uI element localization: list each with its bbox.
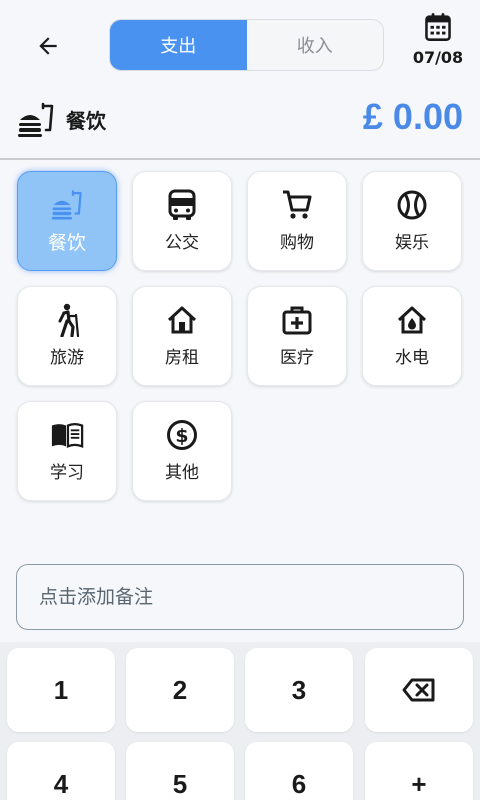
category-label: 旅游 xyxy=(50,348,84,368)
key-4[interactable]: 4 xyxy=(7,742,115,800)
category-label: 餐饮 xyxy=(47,232,86,254)
entry-summary: 餐饮 £ 0.00 xyxy=(0,90,480,158)
shopping-cart-icon xyxy=(280,188,314,222)
type-toggle: 支出 收入 xyxy=(109,19,384,71)
category-study[interactable]: 学习 xyxy=(17,401,117,501)
key-3[interactable]: 3 xyxy=(245,648,353,732)
bus-icon xyxy=(165,188,199,222)
tab-income[interactable]: 收入 xyxy=(247,20,384,70)
amount-display: £ 0.00 xyxy=(362,96,463,137)
back-button[interactable] xyxy=(30,28,66,64)
note-input[interactable] xyxy=(39,586,439,608)
number-keypad: 1 2 3 4 5 6 + xyxy=(0,642,480,800)
category-label: 娱乐 xyxy=(395,233,429,253)
category-utilities[interactable]: 水电 xyxy=(362,286,462,386)
backspace-key[interactable] xyxy=(365,648,473,732)
hiking-icon xyxy=(50,303,84,337)
selected-category-label: 餐饮 xyxy=(66,109,106,133)
category-dining[interactable]: 餐饮 xyxy=(17,171,117,271)
category-label: 学习 xyxy=(50,463,84,483)
fastfood-icon xyxy=(18,102,54,137)
category-label: 购物 xyxy=(280,233,314,253)
svg-text:$: $ xyxy=(175,425,188,447)
fastfood-icon xyxy=(50,188,84,222)
category-entertainment[interactable]: 娱乐 xyxy=(362,171,462,271)
key-6[interactable]: 6 xyxy=(245,742,353,800)
category-label: 公交 xyxy=(165,233,199,253)
category-medical[interactable]: 医疗 xyxy=(247,286,347,386)
plus-key[interactable]: + xyxy=(365,742,473,800)
category-rent[interactable]: 房租 xyxy=(132,286,232,386)
dollar-circle-icon: $ xyxy=(165,418,199,452)
arrow-left-icon xyxy=(39,37,57,55)
note-field[interactable] xyxy=(16,564,464,630)
tab-expense[interactable]: 支出 xyxy=(110,20,247,70)
category-label: 其他 xyxy=(165,463,199,483)
category-label: 水电 xyxy=(395,348,429,368)
backspace-icon xyxy=(402,678,435,702)
key-1[interactable]: 1 xyxy=(7,648,115,732)
key-2[interactable]: 2 xyxy=(126,648,234,732)
date-picker-button[interactable]: 07/08 xyxy=(406,12,470,78)
category-transit[interactable]: 公交 xyxy=(132,171,232,271)
app-bar: 支出 收入 07/08 xyxy=(0,0,480,90)
category-label: 医疗 xyxy=(280,348,314,368)
category-other[interactable]: $ 其他 xyxy=(132,401,232,501)
selected-date: 07/08 xyxy=(412,48,464,67)
divider xyxy=(0,158,480,160)
calendar-icon xyxy=(425,13,451,41)
book-icon xyxy=(50,418,84,452)
utility-home-icon xyxy=(395,303,429,337)
category-travel[interactable]: 旅游 xyxy=(17,286,117,386)
category-shopping[interactable]: 购物 xyxy=(247,171,347,271)
sports-ball-icon xyxy=(395,188,429,222)
house-icon xyxy=(165,303,199,337)
category-label: 房租 xyxy=(165,348,199,368)
key-5[interactable]: 5 xyxy=(126,742,234,800)
medical-kit-icon xyxy=(280,303,314,337)
